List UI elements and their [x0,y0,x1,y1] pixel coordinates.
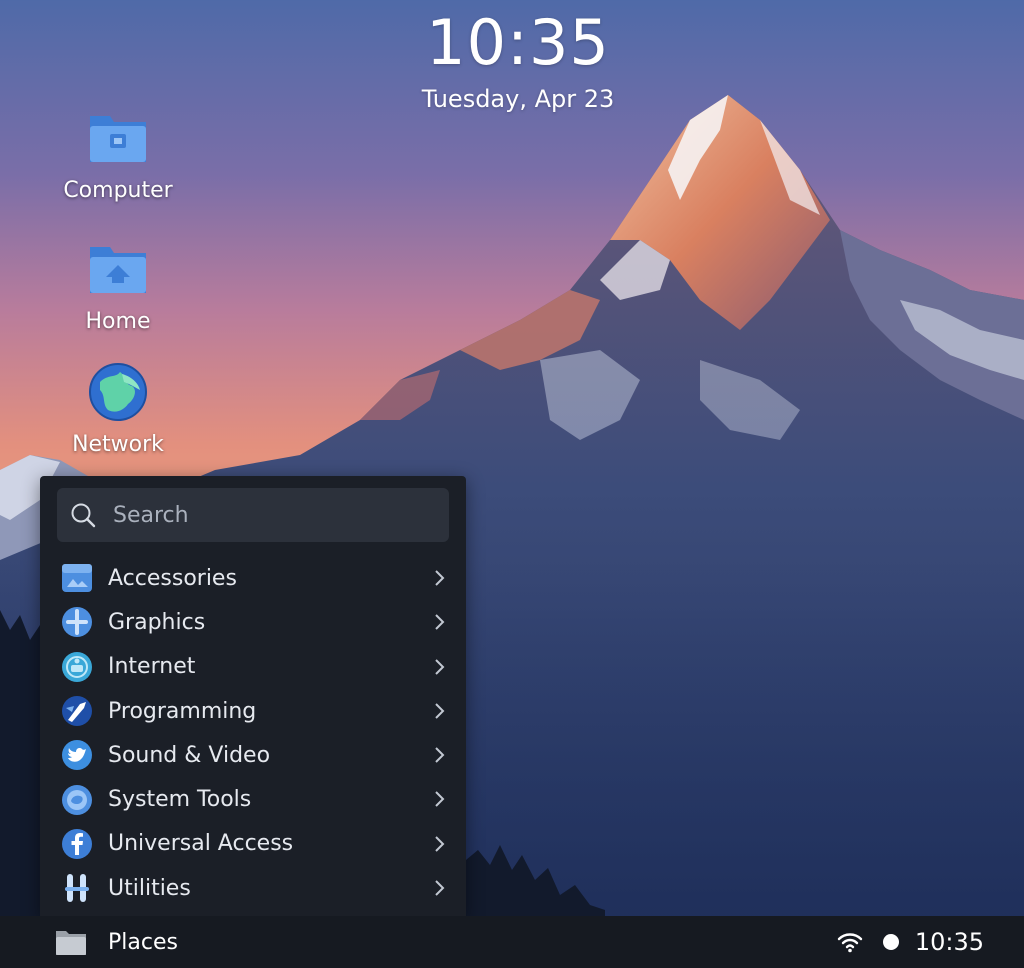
menu-item-label: Utilities [108,875,191,901]
internet-icon [62,651,92,682]
chevron-right-icon [435,791,445,808]
menu-item-label: Programming [108,698,257,724]
system-tray: 10:35 [837,922,984,962]
utilities-icon [65,874,89,903]
network-globe-icon [89,363,147,421]
home-folder-icon [90,247,146,293]
chevron-right-icon [435,747,445,763]
menu-item-internet[interactable]: Internet [40,645,466,689]
desktop-clock: 10:35 Tuesday, Apr 23 [360,6,676,114]
folder-icon [56,931,86,955]
menu-item-label: Accessories [108,565,237,591]
menu-item-label: Internet [108,654,196,680]
universal-access-icon [62,828,92,859]
menu-item-label: Sound & Video [108,742,271,768]
desktop: 10:35 Tuesday, Apr 23 Computer Home Netw… [0,0,1024,968]
tray-clock[interactable]: 10:35 [915,928,984,956]
menu-item-utilities[interactable]: Utilities [40,866,466,910]
graphics-icon [62,607,92,638]
chevron-right-icon [435,658,445,675]
menu-category-list: Accessories Graphics Internet Programmin… [40,556,466,910]
chevron-right-icon [435,614,445,631]
search-input[interactable] [111,501,449,529]
desktop-icon-home[interactable]: Home [48,237,188,334]
wifi-icon[interactable] [837,931,863,953]
menu-item-graphics[interactable]: Graphics [40,600,466,644]
taskbar: Places 10:35 [0,916,1024,968]
menu-item-accessories[interactable]: Accessories [40,556,466,600]
menu-item-programming[interactable]: Programming [40,689,466,733]
menu-item-label: Graphics [108,609,206,635]
chevron-right-icon [435,836,445,852]
search-icon [71,503,96,528]
computer-folder-icon [90,116,146,162]
clock-date: Tuesday, Apr 23 [421,85,615,113]
menu-item-label: Universal Access [108,831,294,857]
desktop-icon-network[interactable]: Network [48,360,188,457]
system-tools-icon [62,784,92,815]
menu-item-system-tools[interactable]: System Tools [40,777,466,821]
chevron-right-icon [435,703,445,719]
desktop-icon-computer[interactable]: Computer [48,106,188,203]
desktop-icon-label: Computer [63,178,173,203]
application-menu: Accessories Graphics Internet [40,476,466,918]
sound-video-icon [62,740,92,771]
menu-item-label: System Tools [108,787,252,813]
places-button[interactable]: Places [54,922,178,962]
search-box[interactable] [57,488,449,542]
programming-icon [62,696,92,727]
desktop-icon-label: Home [85,309,151,334]
menu-item-sound-video[interactable]: Sound & Video [40,733,466,777]
chevron-right-icon [435,880,445,896]
menu-item-universal-access[interactable]: Universal Access [40,822,466,866]
status-dot-icon[interactable] [882,934,899,950]
clock-time: 10:35 [426,6,610,79]
chevron-right-icon [435,570,445,586]
accessories-icon [62,564,92,593]
places-label: Places [108,929,178,955]
desktop-icon-label: Network [72,432,164,457]
